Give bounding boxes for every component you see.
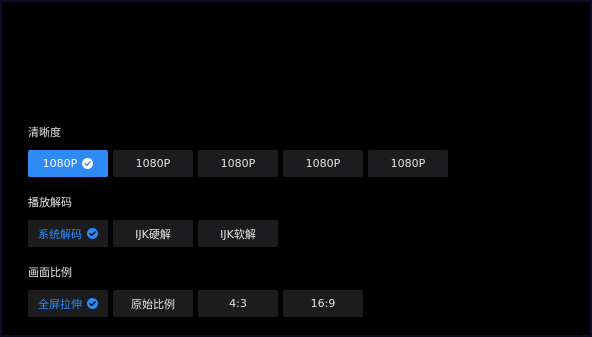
- option-label: 1080P: [42, 157, 78, 170]
- player-settings-panel: 清晰度 1080P 1080P 1080P 1080P 1080P 播放解码 系…: [2, 2, 590, 335]
- aspect-ratio-section: 画面比例 全屏拉伸 原始比例 4:3 16:9: [28, 266, 363, 317]
- resolution-option-3[interactable]: 1080P: [198, 150, 278, 177]
- option-label: IJK硬解: [135, 227, 171, 241]
- resolution-section-title: 清晰度: [28, 126, 61, 139]
- aspect-option-4-3[interactable]: 4:3: [198, 290, 278, 317]
- check-circle-icon: [87, 228, 98, 239]
- option-label: 全屏拉伸: [38, 297, 82, 311]
- aspect-option-fullscreen-stretch[interactable]: 全屏拉伸: [28, 290, 108, 317]
- option-label: 1080P: [220, 157, 256, 170]
- option-label: 1080P: [390, 157, 426, 170]
- resolution-option-2[interactable]: 1080P: [113, 150, 193, 177]
- resolution-options: 1080P 1080P 1080P 1080P 1080P: [28, 150, 448, 177]
- aspect-ratio-options: 全屏拉伸 原始比例 4:3 16:9: [28, 290, 363, 317]
- option-label: 4:3: [229, 297, 247, 310]
- decoder-option-ijk-sw[interactable]: IJK软解: [198, 220, 278, 247]
- option-label: 原始比例: [131, 297, 175, 311]
- aspect-option-original[interactable]: 原始比例: [113, 290, 193, 317]
- aspect-ratio-section-title: 画面比例: [28, 266, 72, 279]
- option-label: 1080P: [305, 157, 341, 170]
- decoder-options: 系统解码 IJK硬解 IJK软解: [28, 220, 278, 247]
- option-label: 16:9: [310, 297, 336, 310]
- resolution-section: 清晰度 1080P 1080P 1080P 1080P 1080P: [28, 126, 448, 177]
- resolution-option-1[interactable]: 1080P: [28, 150, 108, 177]
- option-label: IJK软解: [220, 227, 256, 241]
- check-circle-icon: [87, 298, 98, 309]
- resolution-option-5[interactable]: 1080P: [368, 150, 448, 177]
- aspect-option-16-9[interactable]: 16:9: [283, 290, 363, 317]
- option-label: 1080P: [135, 157, 171, 170]
- decoder-section: 播放解码 系统解码 IJK硬解 IJK软解: [28, 196, 278, 247]
- decoder-section-title: 播放解码: [28, 196, 72, 209]
- option-label: 系统解码: [38, 227, 82, 241]
- resolution-option-4[interactable]: 1080P: [283, 150, 363, 177]
- check-circle-icon: [82, 158, 94, 169]
- decoder-option-ijk-hw[interactable]: IJK硬解: [113, 220, 193, 247]
- decoder-option-system[interactable]: 系统解码: [28, 220, 108, 247]
